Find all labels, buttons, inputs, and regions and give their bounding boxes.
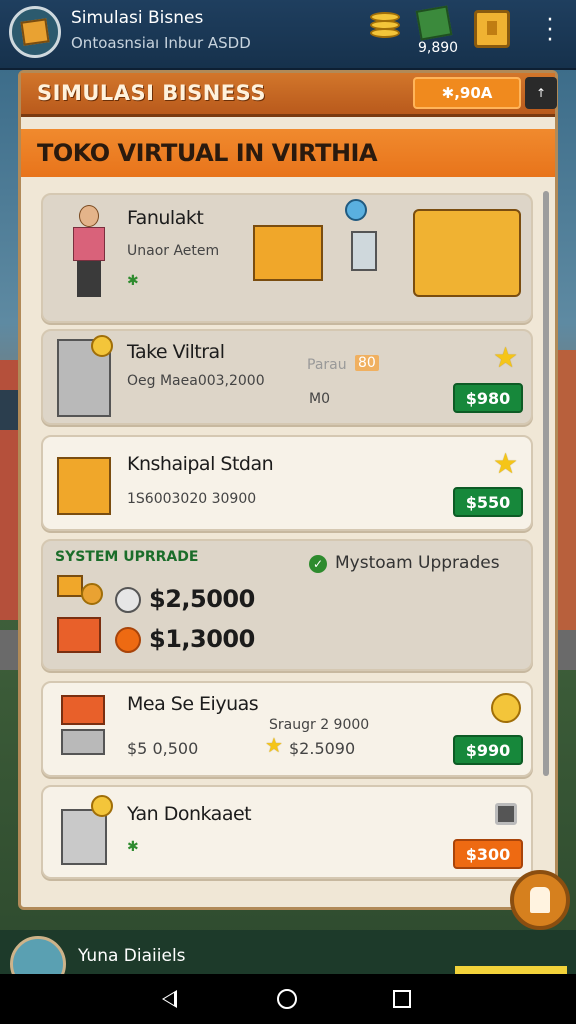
shopkeeper-icon <box>67 205 111 303</box>
item-sub: $5 0,500 <box>127 739 199 758</box>
more-icon[interactable]: · · · <box>540 10 560 52</box>
system-upgrade-card[interactable]: SYSTEM UPRRADE ✓ Mystoam Upprades $2,500… <box>41 539 533 671</box>
coins-icon[interactable] <box>368 12 402 46</box>
upgrade-price-b: $1,3000 <box>149 625 255 653</box>
item-sub: Oeg Maea003,2000 <box>127 373 265 389</box>
store-title: TOKO VIRTUAL IN VIRTHIA <box>37 139 378 167</box>
coin-icon <box>91 795 113 817</box>
check-icon: ✓ <box>309 555 327 573</box>
info-icon[interactable] <box>495 803 517 825</box>
phone-icon <box>351 231 377 271</box>
register-icon <box>61 729 105 755</box>
coin-icon <box>115 587 141 613</box>
header-menu-button[interactable]: ↑ <box>525 77 557 109</box>
chat-icon <box>345 199 367 221</box>
panel-header: SIMULASI BISNESS ✱,90A ↑ <box>21 73 557 117</box>
coin-icon <box>91 335 113 357</box>
basket-icon <box>57 617 101 653</box>
item-extra: Sraugr 2 9000 <box>269 717 370 733</box>
top-bar: Simulasi Bisnes Ontoasnsiaı Inbur ASDD 9… <box>0 0 576 70</box>
list-item[interactable]: Knshaipal Stdan 1S6003020 30900 ★ $550 <box>41 435 533 531</box>
recents-icon[interactable] <box>393 990 411 1008</box>
tray-icon <box>61 695 105 725</box>
list-item[interactable]: Mea Se Eiyuas Sraugr 2 9000 $5 0,500 ★ $… <box>41 681 533 777</box>
item-name: Take Viltral <box>127 341 225 363</box>
home-icon[interactable] <box>277 989 297 1009</box>
upgrade-label: SYSTEM UPRRADE <box>55 549 199 565</box>
cash-register-icon <box>253 225 323 281</box>
inventory-crate-icon[interactable] <box>474 10 510 48</box>
money-balance: 9,890 <box>418 40 459 56</box>
star-icon: ★ <box>265 733 283 757</box>
item-extra: Parau <box>307 357 347 373</box>
item-name: Mea Se Eiyuas <box>127 693 259 715</box>
buy-button[interactable]: $300 <box>453 839 523 869</box>
app-logo[interactable] <box>9 6 61 58</box>
buy-button[interactable]: $550 <box>453 487 523 517</box>
item-name: Knshaipal Stdan <box>127 453 274 475</box>
player-name: Yuna Diaiiels <box>78 946 186 966</box>
back-icon[interactable] <box>162 990 177 1008</box>
app-subtitle: Ontoasnsiaı Inbur ASDD <box>71 34 251 52</box>
item-extra-badge: 80 <box>355 355 379 371</box>
scrollbar[interactable] <box>543 191 549 776</box>
item-sub: 1S6003020 30900 <box>127 491 257 507</box>
buy-button[interactable]: $990 <box>453 735 523 765</box>
coin-icon <box>81 583 103 605</box>
chat-button[interactable] <box>510 870 570 930</box>
panel-title: SIMULASI BISNESS <box>37 81 266 105</box>
header-currency-button[interactable]: ✱,90A <box>413 77 521 109</box>
item-count: M0 <box>309 391 330 407</box>
chat-icon <box>530 887 550 913</box>
list-item[interactable]: Yan Donkaaet ✱ $300 <box>41 785 533 879</box>
list-item[interactable]: Fanulakt Unaor Aetem ✱ <box>41 193 533 323</box>
coin-icon[interactable] <box>491 693 521 723</box>
business-panel: SIMULASI BISNESS ✱,90A ↑ TOKO VIRTUAL IN… <box>18 70 558 910</box>
cash-icon[interactable] <box>415 5 453 41</box>
item-star-value: $2.5090 <box>289 739 356 758</box>
star-icon[interactable]: ★ <box>493 447 518 480</box>
list-item[interactable]: Take Viltral Oeg Maea003,2000 Parau 80 M… <box>41 329 533 425</box>
item-name: Fanulakt <box>127 207 204 229</box>
item-name: Yan Donkaaet <box>127 803 252 825</box>
buy-button[interactable]: $980 <box>453 383 523 413</box>
android-nav-bar <box>0 974 576 1024</box>
app-title: Simulasi Bisnes <box>71 8 204 28</box>
crate-icon <box>20 18 50 46</box>
item-sub: Unaor Aetem <box>127 243 220 259</box>
upgrade-price-a: $2,5000 <box>149 585 255 613</box>
upgrade-note: Mystoam Upprades <box>335 553 500 573</box>
star-icon[interactable]: ★ <box>493 341 518 374</box>
cart-icon <box>61 809 107 865</box>
coin-icon <box>115 627 141 653</box>
coin-icon <box>57 575 83 597</box>
leaf-icon: ✱ <box>127 273 139 289</box>
item-sub: ✱ <box>127 839 139 855</box>
crate-icon <box>57 457 111 515</box>
counter-icon <box>413 209 521 297</box>
store-banner: TOKO VIRTUAL IN VIRTHIA <box>21 129 555 177</box>
